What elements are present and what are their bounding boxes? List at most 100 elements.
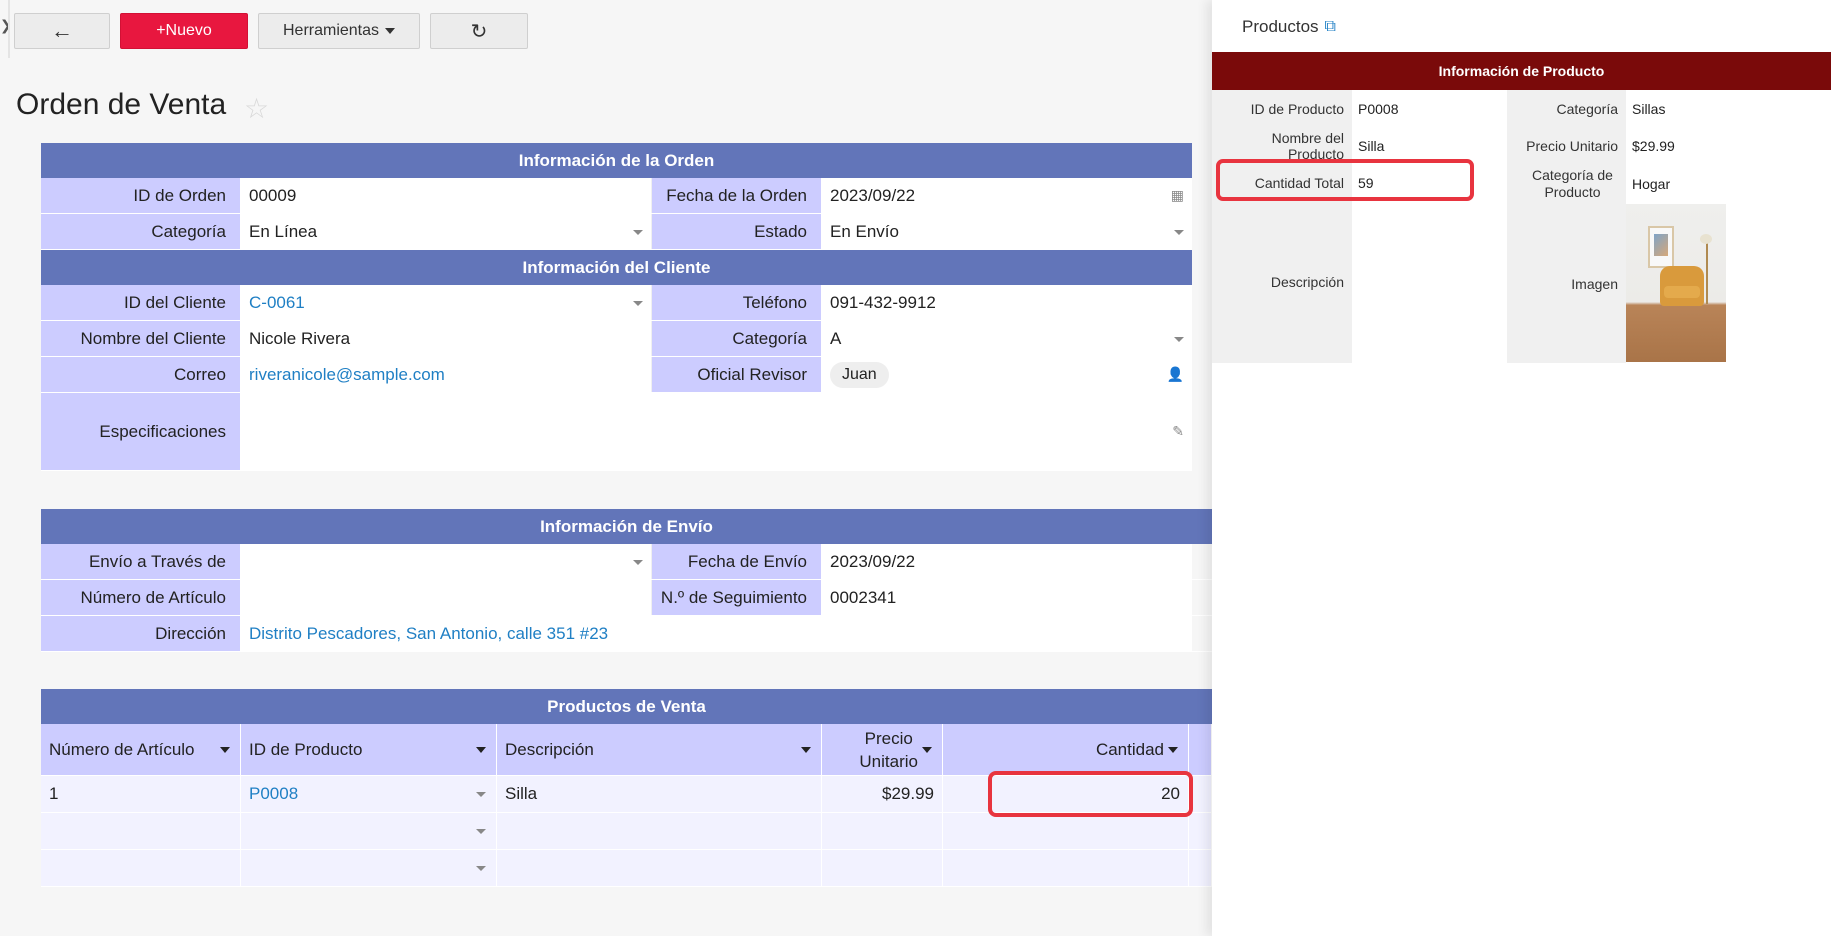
ship-date-label: Fecha de Envío xyxy=(652,544,822,579)
phone-field[interactable]: 091-432-9912 xyxy=(822,285,1192,320)
tracking-label: N.º de Seguimiento xyxy=(652,580,822,615)
cell-quantity[interactable] xyxy=(943,850,1189,886)
cell-unit-price[interactable]: $29.99 xyxy=(822,776,943,812)
cell-item[interactable] xyxy=(41,850,241,886)
tracking-field[interactable]: 0002341 xyxy=(822,580,1192,615)
column-header-quantity[interactable]: Cantidad xyxy=(943,724,1189,775)
order-row-2: Categoría En Línea Estado En Envío xyxy=(41,214,1192,250)
shipping-row-1: Envío a Través de Fecha de Envío 2023/09… xyxy=(41,544,1212,580)
order-status-value: En Envío xyxy=(830,221,899,241)
order-category-select[interactable]: En Línea xyxy=(241,214,652,249)
cell-unit-price[interactable] xyxy=(822,813,943,849)
cell-description[interactable] xyxy=(497,850,822,886)
address-field[interactable]: Distrito Pescadores, San Antonio, calle … xyxy=(241,616,1192,651)
table-row[interactable] xyxy=(41,850,1212,887)
order-status-select[interactable]: En Envío xyxy=(822,214,1192,249)
client-id-select[interactable]: C-0061 xyxy=(241,285,652,320)
sort-caret-icon xyxy=(801,747,811,753)
cell-product-id[interactable]: P0008 xyxy=(241,776,497,812)
panel-unit-price-value: $29.99 xyxy=(1632,137,1675,154)
column-description-label: Descripción xyxy=(505,739,594,759)
order-date-field[interactable]: 2023/09/22 ▦ xyxy=(822,178,1192,213)
dropdown-arrow-icon xyxy=(633,301,643,306)
person-icon[interactable]: 👤 xyxy=(1167,366,1184,383)
shipping-row-3: Dirección Distrito Pescadores, San Anton… xyxy=(41,616,1212,652)
star-icon[interactable]: ☆ xyxy=(244,92,269,125)
client-category-value: A xyxy=(830,328,842,348)
specs-field[interactable]: ✎ xyxy=(241,393,1192,470)
quantity-highlight xyxy=(988,771,1193,817)
reviewer-chip[interactable]: Juan xyxy=(830,361,889,388)
ship-date-field[interactable]: 2023/09/22 xyxy=(822,544,1192,579)
ship-date-value: 2023/09/22 xyxy=(830,551,916,571)
phone-value: 091-432-9912 xyxy=(830,292,936,312)
item-number-label: Número de Artículo xyxy=(41,580,241,615)
client-name-value: Nicole Rivera xyxy=(249,328,351,348)
reviewer-field[interactable]: Juan 👤 xyxy=(822,357,1192,392)
client-row-2: Nombre del Cliente Nicole Rivera Categor… xyxy=(41,321,1192,357)
refresh-button[interactable]: ↻ xyxy=(430,13,528,49)
chevron-right-icon[interactable]: ❯ xyxy=(0,18,12,32)
image-floor-lamp xyxy=(1700,234,1712,304)
panel-image-label: Imagen xyxy=(1507,204,1626,363)
email-field[interactable]: riveranicole@sample.com xyxy=(241,357,652,392)
column-header-product-id[interactable]: ID de Producto xyxy=(241,724,497,775)
product-id-link[interactable]: P0008 xyxy=(249,784,298,804)
product-image[interactable] xyxy=(1626,204,1726,362)
order-id-label: ID de Orden xyxy=(41,178,241,213)
ship-via-select[interactable] xyxy=(241,544,652,579)
column-quantity-label: Cantidad xyxy=(1095,739,1164,759)
address-link[interactable]: Distrito Pescadores, San Antonio, calle … xyxy=(249,624,608,644)
cell-description[interactable] xyxy=(497,813,822,849)
toolbar: ← +Nuevo Herramientas ↻ xyxy=(14,13,528,49)
back-button[interactable]: ← xyxy=(14,13,110,49)
dropdown-arrow-icon xyxy=(476,829,486,834)
cell-unit-price[interactable] xyxy=(822,850,943,886)
arrow-left-icon: ← xyxy=(51,18,73,43)
panel-section-header: Información de Producto xyxy=(1212,52,1831,90)
edge-divider xyxy=(8,0,10,58)
panel-product-id-value: P0008 xyxy=(1358,100,1399,117)
cell-description[interactable]: Silla xyxy=(497,776,822,812)
column-header-unit-price[interactable]: Precio Unitario xyxy=(822,724,943,775)
order-id-field[interactable]: 00009 xyxy=(241,178,652,213)
reviewer-label: Oficial Revisor xyxy=(652,357,822,392)
cell-product-id[interactable] xyxy=(241,850,497,886)
total-quantity-highlight xyxy=(1216,159,1474,201)
panel-product-id-label: ID de Producto xyxy=(1212,90,1352,127)
cell-product-id[interactable] xyxy=(241,813,497,849)
table-row[interactable] xyxy=(41,813,1212,850)
cell-item[interactable] xyxy=(41,813,241,849)
cell-extra xyxy=(1189,850,1212,886)
calendar-icon[interactable]: ▦ xyxy=(1171,187,1184,204)
order-row-1: ID de Orden 00009 Fecha de la Orden 2023… xyxy=(41,178,1192,214)
panel-category-value: Sillas xyxy=(1632,100,1666,117)
tools-button[interactable]: Herramientas xyxy=(258,13,420,49)
specs-label: Especificaciones xyxy=(41,393,241,470)
dropdown-arrow-icon xyxy=(476,866,486,871)
new-button[interactable]: +Nuevo xyxy=(120,13,248,49)
client-id-link[interactable]: C-0061 xyxy=(249,293,305,313)
external-link-icon[interactable]: ⧉ xyxy=(1325,18,1336,36)
caret-down-icon xyxy=(385,28,396,34)
shipping-form: Información de Envío Envío a Través de F… xyxy=(41,509,1212,652)
column-header-item[interactable]: Número de Artículo xyxy=(41,724,241,775)
order-info-header: Información de la Orden xyxy=(41,143,1192,178)
client-name-field[interactable]: Nicole Rivera xyxy=(241,321,652,356)
page-title: Orden de Venta xyxy=(16,88,227,121)
pencil-icon[interactable]: ✎ xyxy=(1172,423,1184,440)
main-area: ❯ ← +Nuevo Herramientas ↻ Orden de Venta… xyxy=(0,0,1212,936)
email-link[interactable]: riveranicole@sample.com xyxy=(249,365,445,385)
cell-quantity[interactable] xyxy=(943,813,1189,849)
client-id-label: ID del Cliente xyxy=(41,285,241,320)
column-header-extra xyxy=(1189,724,1212,775)
order-category-value: En Línea xyxy=(249,221,318,241)
cell-item[interactable]: 1 xyxy=(41,776,241,812)
tools-label: Herramientas xyxy=(282,22,380,39)
column-header-description[interactable]: Descripción xyxy=(497,724,822,775)
item-number-field[interactable] xyxy=(241,580,652,615)
address-label: Dirección xyxy=(41,616,241,651)
image-armchair xyxy=(1660,266,1704,306)
client-category-select[interactable]: A xyxy=(822,321,1192,356)
panel-title[interactable]: Productos ⧉ xyxy=(1242,17,1336,37)
